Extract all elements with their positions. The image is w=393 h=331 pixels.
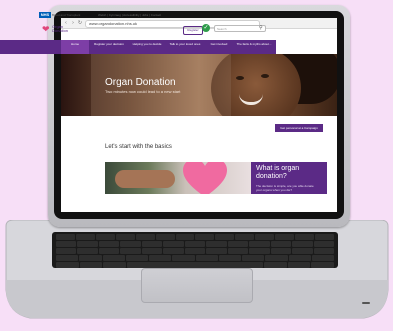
brand-line-2: Donation xyxy=(52,28,69,33)
nav-item-helping[interactable]: Helping you to decide xyxy=(129,40,165,54)
nhs-logo[interactable]: NHS xyxy=(39,12,51,18)
section-title: Let's start with the basics xyxy=(105,144,172,150)
nav-item-register[interactable]: Register your decision xyxy=(92,40,126,54)
heart-icon xyxy=(183,162,227,194)
card-image xyxy=(105,162,251,194)
campaign-button[interactable]: Get personal at a Campaign xyxy=(275,124,323,132)
nav-item-get-involved[interactable]: Get involved xyxy=(205,40,233,54)
nav-item-more[interactable]: Get involved xyxy=(275,40,307,54)
check-icon: ✓ xyxy=(202,24,210,32)
register-button[interactable]: Register xyxy=(183,26,203,35)
hero-banner xyxy=(61,54,337,116)
trackpad[interactable] xyxy=(141,268,253,303)
reload-icon[interactable]: ↻ xyxy=(77,20,83,26)
hero-subtitle: Two minutes now could lead to a new star… xyxy=(105,89,181,94)
hero-image-eye xyxy=(261,74,269,78)
search-icon[interactable]: ⚲ xyxy=(259,25,263,32)
key-row xyxy=(56,255,334,261)
key-row xyxy=(56,248,335,254)
heart-logo-icon[interactable]: ❤ xyxy=(42,25,50,34)
nav-item-home[interactable]: Home xyxy=(61,40,89,54)
hero-image-eye xyxy=(236,76,244,80)
top-links[interactable]: Welsh | Cymraeg | Accessibility | Jobs |… xyxy=(98,13,161,17)
nhs-label: Blood and Transplant xyxy=(52,13,81,17)
hero-title: Organ Donation xyxy=(105,77,176,88)
brand-name[interactable]: Organ Donation xyxy=(52,25,76,33)
hands-image xyxy=(115,170,175,188)
key-row xyxy=(56,234,334,240)
key-row xyxy=(56,241,335,247)
sleep-indicator-light xyxy=(362,302,370,304)
card-title[interactable]: What is organ donation? xyxy=(256,165,316,181)
nav-item-facts[interactable]: The facts & myths about... xyxy=(236,40,272,54)
nav-item-talk[interactable]: Talk to your loved ones xyxy=(168,40,202,54)
card-text: The decision is simple, are you able don… xyxy=(256,184,314,192)
